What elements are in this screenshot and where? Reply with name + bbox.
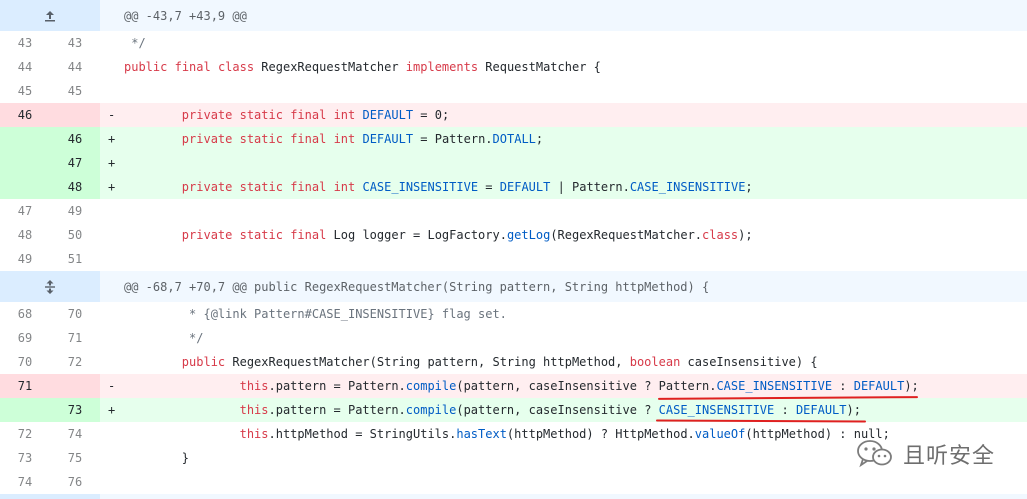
new-line-number[interactable]: 47: [50, 151, 100, 175]
diff-line-added: 46 + private static final int DEFAULT = …: [0, 127, 1027, 151]
diff-marker: [100, 475, 124, 489]
new-line-number[interactable]: 51: [50, 247, 100, 271]
diff-line: 49 51: [0, 247, 1027, 271]
old-line-number[interactable]: 48: [0, 223, 50, 247]
diff-line: 68 70 * {@link Pattern#CASE_INSENSITIVE}…: [0, 302, 1027, 326]
diff-marker: [100, 36, 124, 50]
old-line-number[interactable]: 71: [0, 374, 50, 398]
old-line-number[interactable]: 72: [0, 422, 50, 446]
diff-marker: [100, 60, 124, 74]
old-line-number[interactable]: 74: [0, 470, 50, 494]
diff-marker: [100, 355, 124, 369]
new-line-number[interactable]: 70: [50, 302, 100, 326]
new-line-number[interactable]: 48: [50, 175, 100, 199]
code-line: private static final int CASE_INSENSITIV…: [181, 180, 753, 194]
old-line-number[interactable]: [0, 151, 50, 175]
new-line-number[interactable]: 72: [50, 350, 100, 374]
expand-both-icon: [45, 279, 55, 294]
hunk-header-text: @@ -43,7 +43,9 @@: [124, 8, 247, 23]
diff-marker: +: [108, 180, 116, 194]
old-line-number[interactable]: [0, 127, 50, 151]
diff-marker: [100, 252, 124, 266]
old-line-number[interactable]: 49: [0, 247, 50, 271]
new-line-number[interactable]: 44: [50, 55, 100, 79]
diff-marker: -: [108, 379, 116, 393]
old-line-number[interactable]: 44: [0, 55, 50, 79]
wechat-icon: [857, 440, 892, 468]
old-line-number[interactable]: [0, 398, 50, 422]
diff-line-added: 73 + this.pattern = Pattern.compile(patt…: [0, 398, 1027, 422]
new-line-number[interactable]: 73: [50, 398, 100, 422]
diff-marker: +: [108, 132, 116, 146]
diff-line: 69 71 */: [0, 326, 1027, 350]
diff-line-deleted: 71 - this.pattern = Pattern.compile(patt…: [0, 374, 1027, 398]
diff-line: 43 43 */: [0, 31, 1027, 55]
diff-marker: [100, 228, 124, 242]
new-line-number[interactable]: [50, 374, 100, 398]
diff-line: 47 49: [0, 199, 1027, 223]
diff-marker: [100, 427, 124, 441]
code-line: private static final int DEFAULT = Patte…: [181, 132, 544, 146]
diff-marker: +: [108, 403, 116, 417]
diff-marker: [100, 331, 124, 345]
diff-line-added: 48 + private static final int CASE_INSEN…: [0, 175, 1027, 199]
diff-marker: -: [108, 108, 116, 122]
diff-marker: +: [108, 156, 116, 170]
hunk-header-text: @@ -68,7 +70,7 @@ public RegexRequestMat…: [124, 279, 710, 294]
watermark: 且听安全: [855, 438, 995, 470]
diff-line: 70 72 public RegexRequestMatcher(String …: [0, 350, 1027, 374]
hunk-header: @@ -43,7 +43,9 @@: [0, 0, 1027, 31]
old-line-number[interactable]: 47: [0, 199, 50, 223]
code-line: public final class RegexRequestMatcher i…: [124, 60, 601, 74]
diff-line: 74 76: [0, 470, 1027, 494]
diff-line: 48 50 private static final Log logger = …: [0, 223, 1027, 247]
old-line-number[interactable]: 68: [0, 302, 50, 326]
old-line-number[interactable]: 46: [0, 103, 50, 127]
new-line-number[interactable]: 71: [50, 326, 100, 350]
new-line-number[interactable]: 74: [50, 422, 100, 446]
code-line: this.pattern = Pattern.compile(pattern, …: [239, 403, 861, 417]
new-line-number[interactable]: 46: [50, 127, 100, 151]
old-line-number[interactable]: 73: [0, 446, 50, 470]
new-line-number[interactable]: 75: [50, 446, 100, 470]
old-line-number[interactable]: [0, 175, 50, 199]
new-line-number[interactable]: 45: [50, 79, 100, 103]
new-line-number[interactable]: 50: [50, 223, 100, 247]
code-line: private static final int DEFAULT = 0;: [181, 108, 450, 122]
diff-line-deleted: 46 - private static final int DEFAULT = …: [0, 103, 1027, 127]
hunk-footer-bar: [0, 494, 1027, 499]
diff-line: 44 44 public final class RegexRequestMat…: [0, 55, 1027, 79]
watermark-text: 且听安全: [902, 444, 995, 469]
code-line: */: [124, 36, 146, 50]
diff-marker: [100, 204, 124, 218]
diff-line-added: 47 +: [0, 151, 1027, 175]
diff-line: 45 45: [0, 79, 1027, 103]
code-line: public RegexRequestMatcher(String patter…: [181, 355, 818, 369]
hunk-header: @@ -68,7 +70,7 @@ public RegexRequestMat…: [0, 271, 1027, 302]
expand-up-icon: [45, 10, 55, 21]
expand-up-button[interactable]: [0, 0, 100, 31]
diff-marker: [100, 307, 124, 321]
new-line-number[interactable]: 43: [50, 31, 100, 55]
code-line: */: [124, 331, 204, 345]
diff-view: @@ -43,7 +43,9 @@ 43 43 */ 44 44 public …: [0, 0, 1027, 494]
code-line: * {@link Pattern#CASE_INSENSITIVE} flag …: [124, 307, 507, 321]
new-line-number[interactable]: 76: [50, 470, 100, 494]
old-line-number[interactable]: 43: [0, 31, 50, 55]
code-line: private static final Log logger = LogFac…: [181, 228, 753, 242]
new-line-number[interactable]: 49: [50, 199, 100, 223]
diff-marker: [100, 84, 124, 98]
code-line: this.pattern = Pattern.compile(pattern, …: [239, 379, 919, 393]
old-line-number[interactable]: 70: [0, 350, 50, 374]
old-line-number[interactable]: 45: [0, 79, 50, 103]
expand-both-button[interactable]: [0, 271, 100, 302]
old-line-number[interactable]: 69: [0, 326, 50, 350]
diff-marker: [100, 451, 124, 465]
new-line-number[interactable]: [50, 103, 100, 127]
